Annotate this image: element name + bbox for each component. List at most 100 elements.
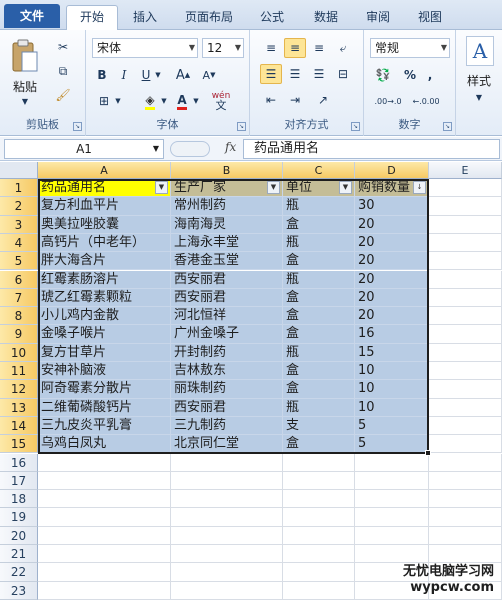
font-size-select[interactable]: 12 ▼ <box>202 38 244 58</box>
merge-center-icon[interactable]: ⊟ <box>332 64 354 84</box>
font-color-dropdown-icon[interactable]: ▼ <box>192 94 200 108</box>
table-cell[interactable]: 北京同仁堂 <box>171 435 283 454</box>
table-cell[interactable]: 高钙片（中老年） <box>38 233 171 253</box>
table-cell[interactable]: 16 <box>355 325 429 344</box>
empty-cell[interactable] <box>38 563 171 582</box>
empty-cell[interactable] <box>429 343 502 362</box>
table-cell[interactable]: 盒 <box>283 362 355 381</box>
italic-button[interactable]: I <box>116 66 132 84</box>
underline-dropdown-icon[interactable]: ▼ <box>154 68 162 82</box>
styles-icon[interactable]: A <box>466 36 494 66</box>
row-header[interactable]: 22 <box>0 563 38 582</box>
row-header[interactable]: 4 <box>0 233 38 253</box>
table-cell[interactable]: 三九制药 <box>171 416 283 436</box>
font-name-select[interactable]: 宋体 ▼ <box>92 38 198 58</box>
empty-cell[interactable] <box>429 252 502 271</box>
styles-dropdown-icon[interactable]: ▼ <box>474 92 484 102</box>
empty-cell[interactable] <box>355 508 429 527</box>
table-cell[interactable]: 开封制药 <box>171 343 283 362</box>
clipboard-launcher-icon[interactable]: ↘ <box>73 122 82 131</box>
row-header[interactable]: 6 <box>0 270 38 289</box>
empty-cell[interactable] <box>171 545 283 564</box>
formula-input[interactable]: 药品通用名 <box>243 139 500 159</box>
empty-cell[interactable] <box>355 545 429 564</box>
table-cell[interactable]: 10 <box>355 380 429 399</box>
row-header[interactable]: 5 <box>0 252 38 271</box>
empty-cell[interactable] <box>429 490 502 509</box>
header-cell[interactable]: 生产厂家 ▼ <box>171 179 283 198</box>
row-header[interactable]: 17 <box>0 471 38 491</box>
table-cell[interactable]: 10 <box>355 362 429 381</box>
column-header-b[interactable]: B <box>171 162 283 179</box>
empty-cell[interactable] <box>355 453 429 472</box>
empty-cell[interactable] <box>355 471 429 491</box>
table-cell[interactable]: 瓶 <box>283 343 355 362</box>
empty-cell[interactable] <box>38 545 171 564</box>
empty-cell[interactable] <box>171 508 283 527</box>
align-right-icon[interactable]: ☰ <box>308 64 330 84</box>
table-cell[interactable]: 支 <box>283 416 355 436</box>
table-cell[interactable]: 吉林敖东 <box>171 362 283 381</box>
empty-cell[interactable] <box>429 307 502 326</box>
empty-cell[interactable] <box>38 508 171 527</box>
empty-cell[interactable] <box>429 325 502 344</box>
row-header[interactable]: 18 <box>0 490 38 509</box>
tab-review[interactable]: 审阅 <box>356 6 400 30</box>
empty-cell[interactable] <box>429 435 502 454</box>
empty-cell[interactable] <box>355 490 429 509</box>
table-cell[interactable]: 三九皮炎平乳膏 <box>38 416 171 436</box>
table-cell[interactable]: 20 <box>355 252 429 271</box>
comma-style-button[interactable]: , <box>422 66 438 84</box>
table-cell[interactable]: 琥乙红霉素颗粒 <box>38 288 171 308</box>
table-cell[interactable]: 复方甘草片 <box>38 343 171 362</box>
table-cell[interactable]: 20 <box>355 288 429 308</box>
table-cell[interactable]: 瓶 <box>283 233 355 253</box>
empty-cell[interactable] <box>283 563 355 582</box>
row-header[interactable]: 16 <box>0 453 38 472</box>
increase-decimal-button[interactable]: .00→.0 <box>370 92 406 110</box>
empty-cell[interactable] <box>429 233 502 253</box>
table-cell[interactable]: 20 <box>355 233 429 253</box>
align-center-icon[interactable]: ☰ <box>284 64 306 84</box>
table-cell[interactable]: 小儿鸡内金散 <box>38 307 171 326</box>
header-cell[interactable]: 购销数量 ↓ <box>355 179 429 198</box>
empty-cell[interactable] <box>171 490 283 509</box>
align-middle-icon[interactable]: ≡ <box>284 38 306 58</box>
empty-cell[interactable] <box>171 471 283 491</box>
row-header[interactable]: 11 <box>0 362 38 381</box>
row-header[interactable]: 21 <box>0 545 38 564</box>
empty-cell[interactable] <box>429 179 502 198</box>
table-cell[interactable]: 海南海灵 <box>171 215 283 234</box>
empty-cell[interactable] <box>283 471 355 491</box>
format-painter-icon[interactable]: 🖌 <box>54 86 72 104</box>
header-cell[interactable]: 单位 ▼ <box>283 179 355 198</box>
filter-dropdown-icon[interactable]: ▼ <box>155 181 168 194</box>
empty-cell[interactable] <box>429 545 502 564</box>
table-cell[interactable]: 盒 <box>283 435 355 454</box>
table-cell[interactable]: 阿奇霉素分散片 <box>38 380 171 399</box>
row-header[interactable]: 2 <box>0 197 38 216</box>
borders-icon[interactable]: ⊞ <box>94 92 114 110</box>
table-cell[interactable]: 30 <box>355 197 429 216</box>
empty-cell[interactable] <box>38 453 171 472</box>
column-header-d[interactable]: D <box>355 162 429 179</box>
empty-cell[interactable] <box>429 380 502 399</box>
table-cell[interactable]: 盒 <box>283 307 355 326</box>
empty-cell[interactable] <box>429 197 502 216</box>
worksheet-grid[interactable]: A B C D E 1 药品通用名 ▼ 生产厂家 ▼ 单位 ▼ 购销数量 ↓ 2 复方利血平片 常州制药瓶 30 3… <box>0 162 502 600</box>
empty-cell[interactable] <box>283 581 355 600</box>
table-cell[interactable]: 10 <box>355 398 429 417</box>
empty-cell[interactable] <box>429 215 502 234</box>
decrease-indent-icon[interactable]: ⇤ <box>260 90 282 110</box>
row-header[interactable]: 3 <box>0 215 38 234</box>
empty-cell[interactable] <box>283 453 355 472</box>
paste-label[interactable]: 粘贴 <box>8 78 42 95</box>
align-left-icon[interactable]: ☰ <box>260 64 282 84</box>
table-cell[interactable]: 20 <box>355 307 429 326</box>
bold-button[interactable]: B <box>94 66 110 84</box>
table-cell[interactable]: 瓶 <box>283 398 355 417</box>
table-cell[interactable]: 香港金玉堂 <box>171 252 283 271</box>
underline-button[interactable]: U <box>138 66 154 84</box>
insert-function-icon[interactable]: fx <box>225 140 236 154</box>
tab-view[interactable]: 视图 <box>408 6 452 30</box>
